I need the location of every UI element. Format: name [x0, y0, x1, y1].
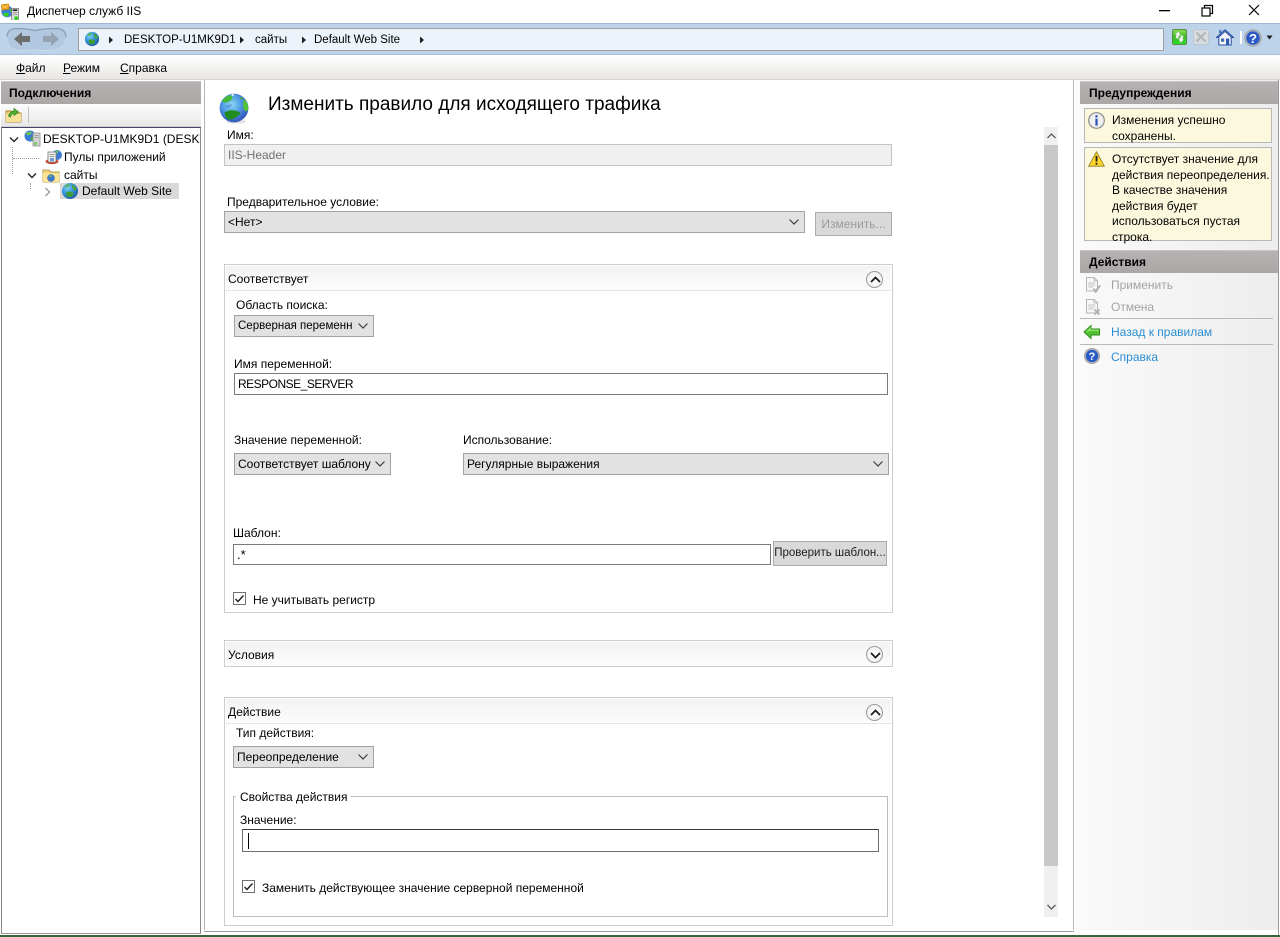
- svg-text:?: ?: [1249, 31, 1257, 46]
- svg-text:?: ?: [1089, 351, 1096, 363]
